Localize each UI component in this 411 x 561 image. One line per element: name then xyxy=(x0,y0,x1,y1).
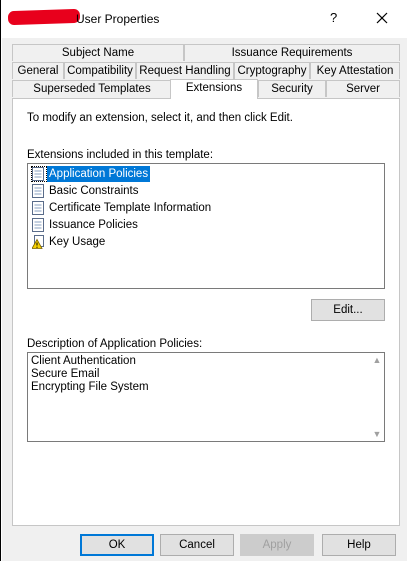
tab-issuance-requirements[interactable]: Issuance Requirements xyxy=(184,44,400,61)
document-icon xyxy=(32,201,44,215)
apply-button[interactable]: Apply xyxy=(240,534,314,556)
document-icon xyxy=(32,218,44,232)
extensions-panel: To modify an extension, select it, and t… xyxy=(12,98,400,526)
extensions-list[interactable]: Application Policies Basic Constraints C… xyxy=(27,163,385,289)
tab-extensions[interactable]: Extensions xyxy=(170,79,258,99)
tab-security[interactable]: Security xyxy=(258,80,326,97)
window-title: User Properties xyxy=(76,12,160,26)
document-icon xyxy=(32,167,44,181)
tab-server[interactable]: Server xyxy=(326,80,400,97)
description-label: Description of Application Policies: xyxy=(27,338,203,350)
list-item-label: Key Usage xyxy=(49,236,106,248)
instruction-text: To modify an extension, select it, and t… xyxy=(27,112,293,124)
document-icon xyxy=(32,184,44,198)
background-window-edge xyxy=(0,0,1,561)
list-item-label: Issuance Policies xyxy=(49,219,138,231)
cancel-button[interactable]: Cancel xyxy=(160,534,234,556)
description-line: Secure Email xyxy=(31,368,100,380)
extensions-label: Extensions included in this template: xyxy=(27,149,214,161)
tab-general[interactable]: General xyxy=(12,62,64,79)
close-icon[interactable] xyxy=(370,6,394,30)
description-line: Client Authentication xyxy=(31,355,136,367)
tab-request-handling[interactable]: Request Handling xyxy=(136,62,234,79)
description-line: Encrypting File System xyxy=(31,381,149,393)
scroll-down-icon[interactable]: ▼ xyxy=(372,429,382,439)
tab-compatibility[interactable]: Compatibility xyxy=(64,62,136,79)
warning-document-icon xyxy=(32,235,44,249)
tab-cryptography[interactable]: Cryptography xyxy=(234,62,310,79)
scroll-up-icon[interactable]: ▲ xyxy=(372,355,382,365)
description-box[interactable]: Client Authentication Secure Email Encry… xyxy=(27,352,385,442)
ok-button[interactable]: OK xyxy=(80,534,154,556)
edit-button[interactable]: Edit... xyxy=(311,299,385,321)
help-icon[interactable]: ? xyxy=(330,10,337,25)
tab-superseded-templates[interactable]: Superseded Templates xyxy=(12,80,172,97)
list-item-label: Certificate Template Information xyxy=(49,202,212,214)
list-item-label: Basic Constraints xyxy=(49,185,139,197)
list-item-label: Application Policies xyxy=(47,166,151,182)
redaction-mark xyxy=(7,8,81,26)
tab-subject-name[interactable]: Subject Name xyxy=(12,44,184,61)
title-bar[interactable]: User Properties ? xyxy=(2,0,407,38)
tab-key-attestation[interactable]: Key Attestation xyxy=(310,62,400,79)
help-button[interactable]: Help xyxy=(322,534,396,556)
properties-dialog: User Properties ? Subject Name Issuance … xyxy=(2,0,407,561)
